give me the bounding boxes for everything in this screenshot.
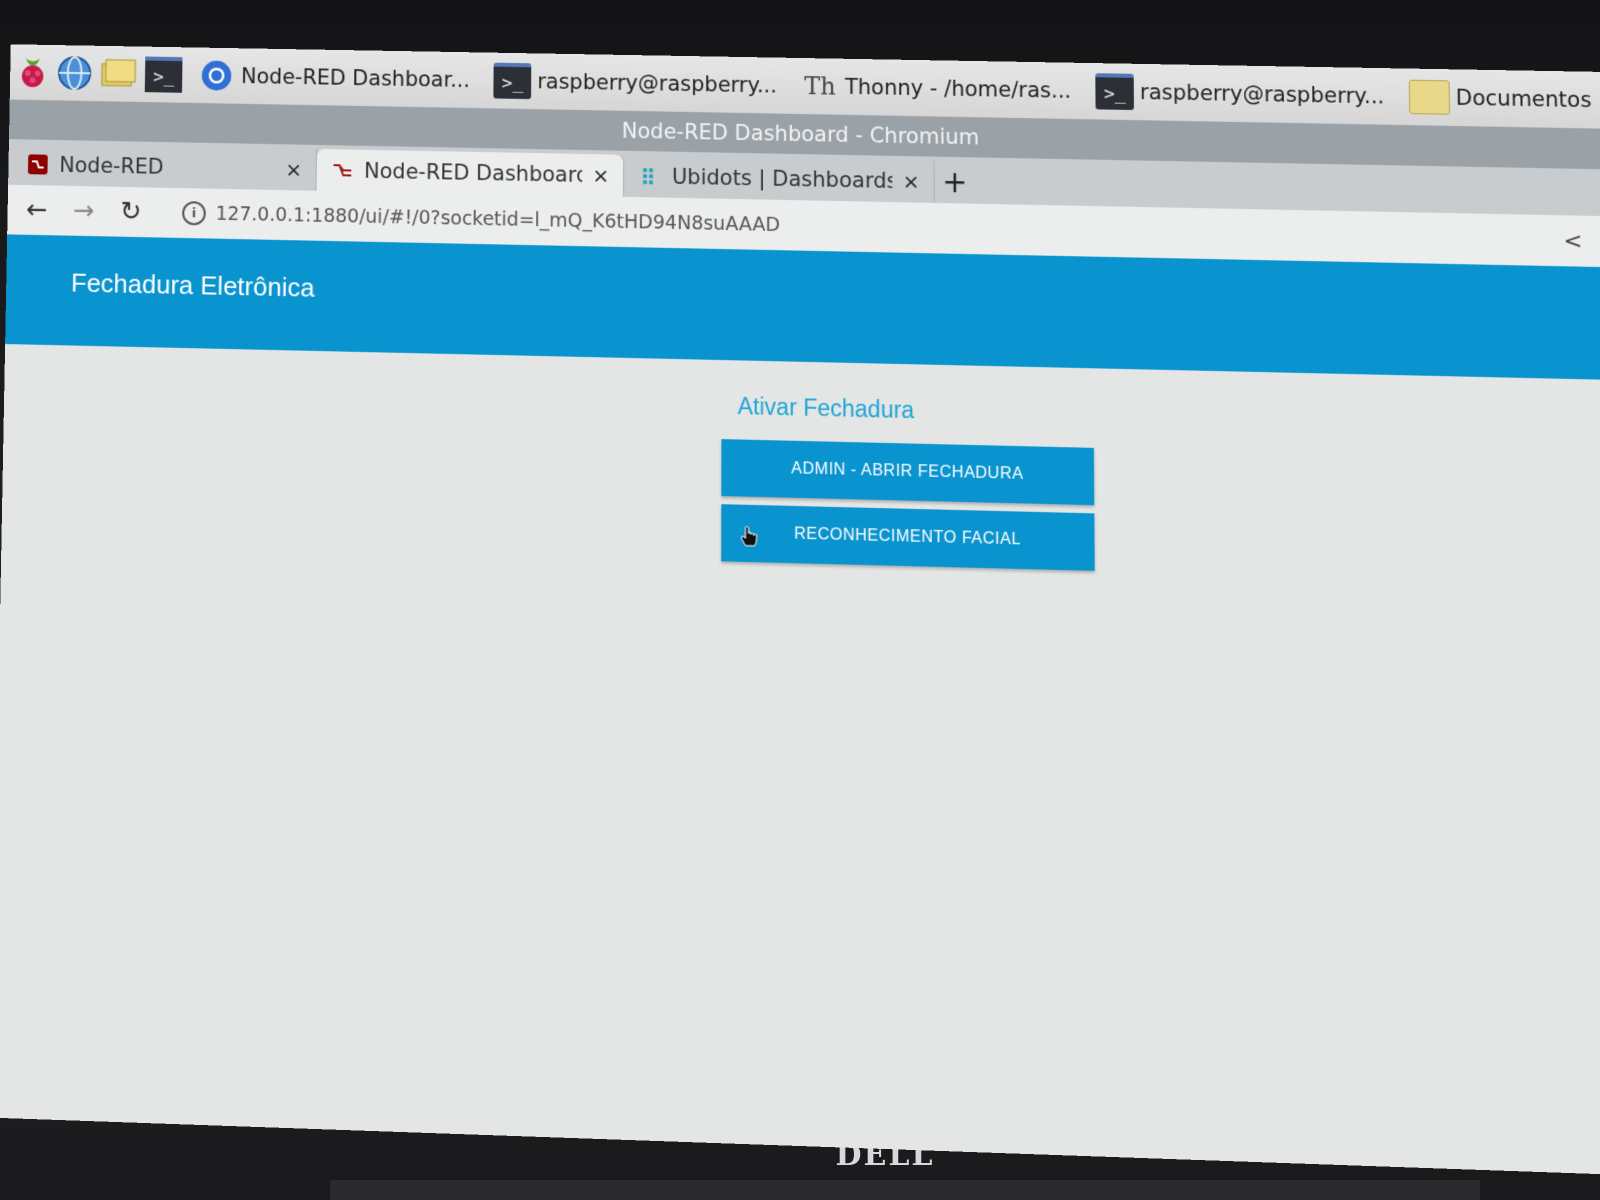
task-label: Documentos [1455, 85, 1592, 113]
tab-ubidots[interactable]: Ubidots | Dashboards × [624, 154, 935, 203]
task-label: Node-RED Dashboar... [240, 64, 471, 93]
new-tab-button[interactable]: + [935, 161, 975, 204]
admin-open-lock-button[interactable]: ADMIN - ABRIR FECHADURA [721, 439, 1095, 506]
terminal-icon[interactable]: >_ [144, 55, 183, 95]
info-icon[interactable]: i [182, 201, 206, 226]
task-label: raspberry@raspberry... [537, 69, 777, 98]
taskbar-task-documentos[interactable]: Documentos [1400, 74, 1600, 122]
taskbar-task-terminal-1[interactable]: >_ raspberry@raspberry... [486, 59, 785, 108]
taskbar-task-chromium[interactable]: Node-RED Dashboar... [190, 53, 478, 102]
tab-label: Ubidots | Dashboards [671, 164, 893, 194]
task-label: Thonny - /home/ras... [844, 74, 1072, 103]
url-text: 127.0.0.1:1880/ui/#!/0?socketid=l_mQ_K6t… [215, 202, 781, 237]
ubidots-icon [638, 164, 662, 189]
folder-icon [1408, 79, 1450, 115]
monitor-stand [330, 1180, 1480, 1200]
file-manager-icon[interactable] [100, 54, 138, 94]
facial-recognition-button[interactable]: RECONHECIMENTO FACIAL [721, 504, 1095, 571]
taskbar-task-terminal-2[interactable]: >_ raspberry@raspberry... [1087, 69, 1393, 119]
share-icon[interactable]: < [1563, 228, 1582, 254]
taskbar-task-thonny[interactable]: Th Thonny - /home/ras... [793, 64, 1080, 113]
hand-cursor-icon [739, 525, 759, 556]
tab-label: Node-RED [59, 152, 164, 179]
tab-node-red-dashboard[interactable]: Node-RED Dashboard × [316, 148, 625, 197]
forward-arrow-icon[interactable]: → [70, 196, 98, 226]
terminal-icon: >_ [493, 62, 532, 100]
raspberry-menu-icon[interactable] [16, 52, 50, 92]
task-label: raspberry@raspberry... [1139, 79, 1385, 109]
close-icon[interactable]: × [903, 169, 920, 193]
web-browser-icon[interactable] [57, 53, 93, 93]
monitor-screen: >_ Node-RED Dashboar... >_ raspberry@ras… [0, 44, 1600, 1176]
tab-node-red[interactable]: Node-RED × [12, 143, 317, 191]
dashboard-page: Fechadura Eletrônica Ativar Fechadura AD… [0, 234, 1600, 1176]
chromium-icon [198, 59, 236, 91]
tab-label: Node-RED Dashboard [363, 158, 583, 187]
node-red-icon [26, 152, 50, 176]
terminal-icon: >_ [1095, 73, 1135, 111]
dashboard-title: Fechadura Eletrônica [70, 267, 315, 303]
address-bar[interactable]: i 127.0.0.1:1880/ui/#!/0?socketid=l_mQ_K… [182, 201, 780, 237]
node-red-dashboard-icon [330, 158, 354, 182]
group-title: Ativar Fechadura [737, 392, 915, 424]
thonny-icon: Th [804, 72, 836, 101]
back-arrow-icon[interactable]: ← [23, 195, 51, 225]
reload-icon[interactable]: ↻ [117, 197, 145, 227]
close-icon[interactable]: × [285, 157, 302, 181]
close-icon[interactable]: × [592, 163, 609, 187]
